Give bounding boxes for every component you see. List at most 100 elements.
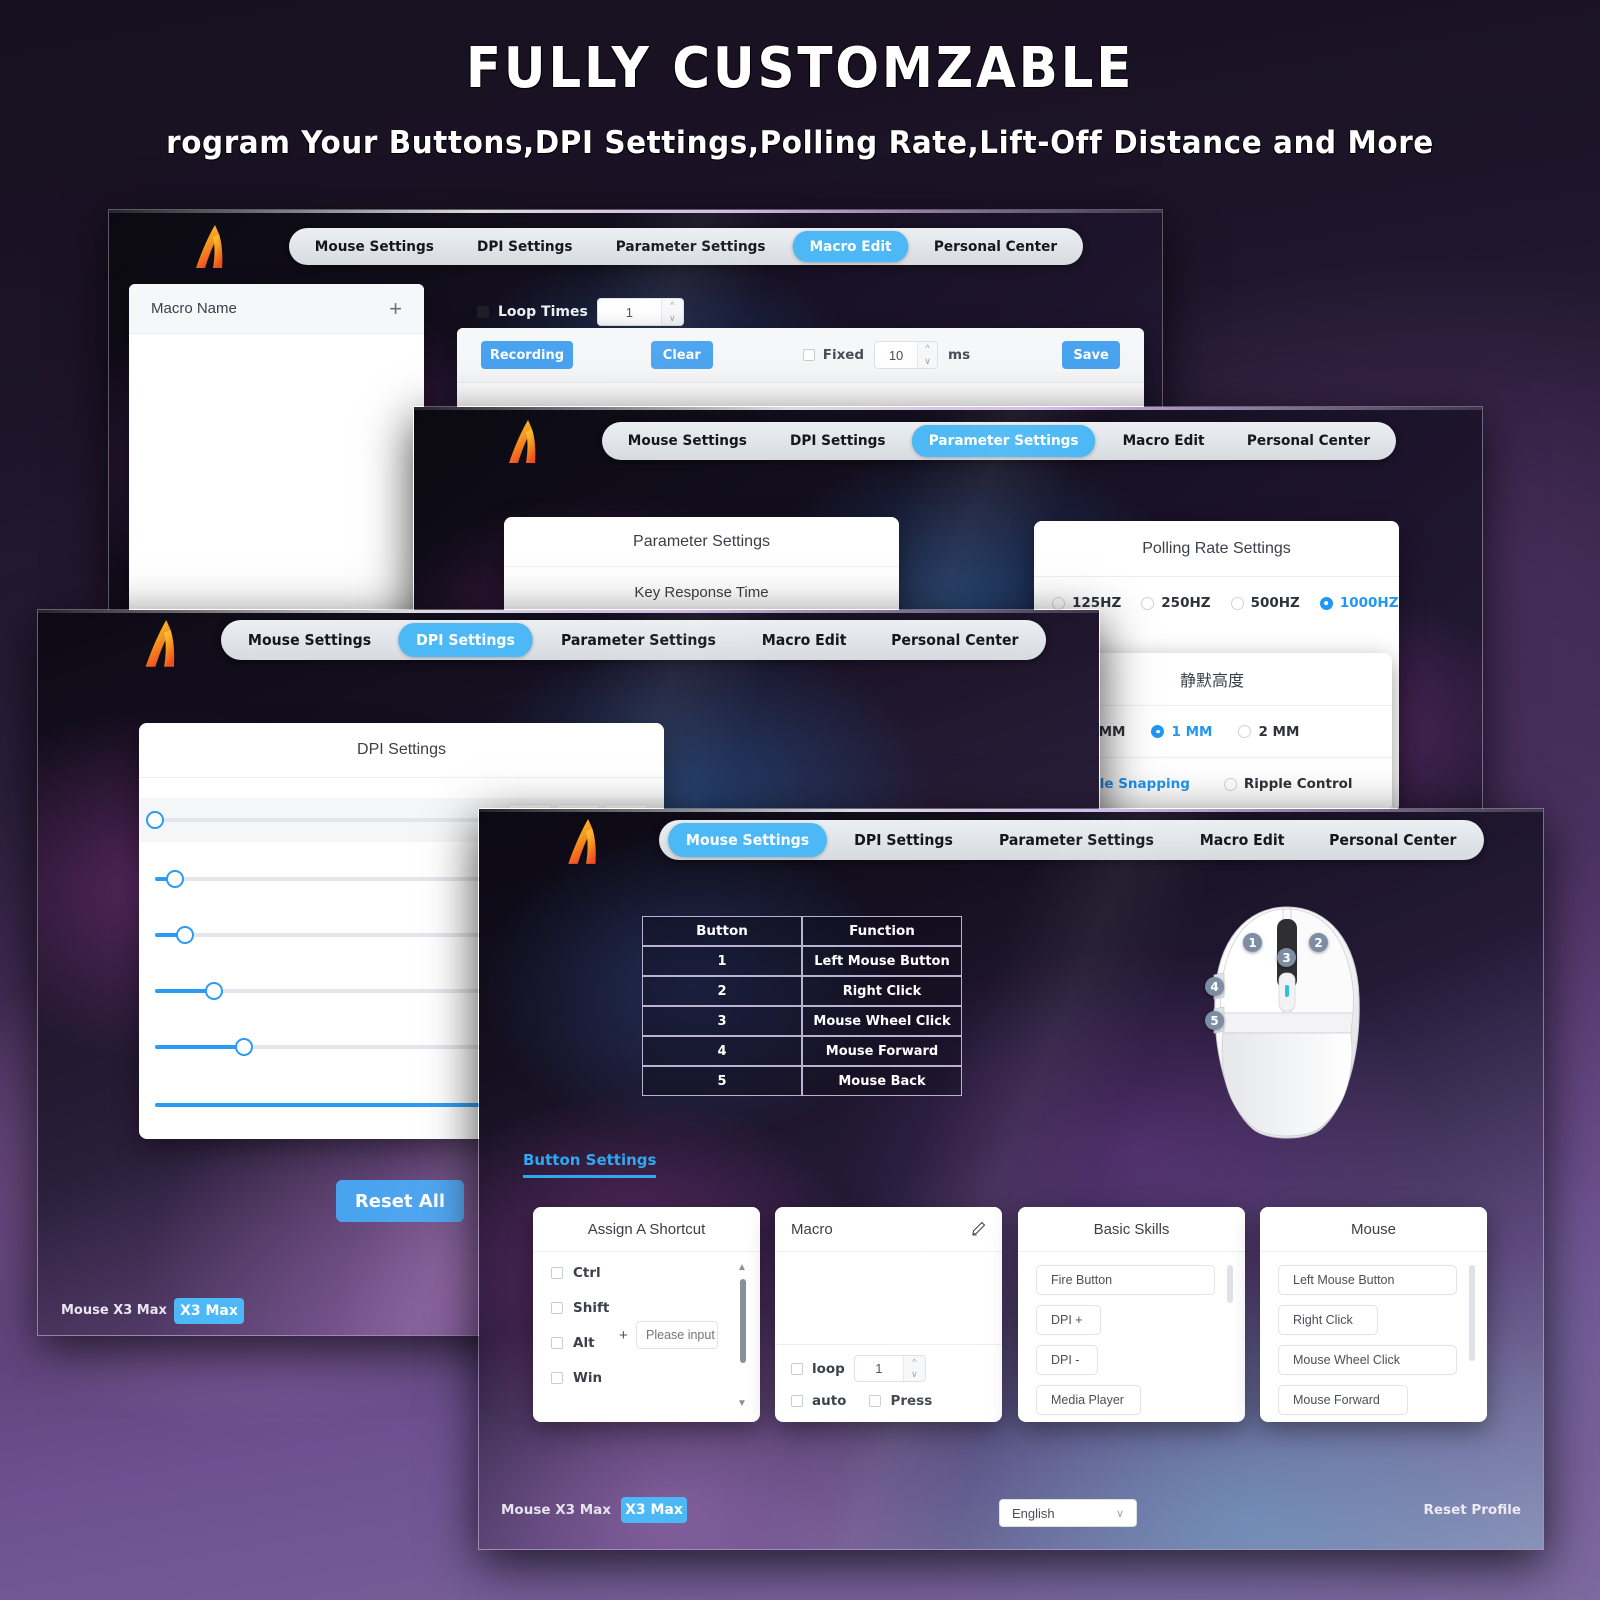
nav-personal-center[interactable]: Personal Center [917, 231, 1074, 262]
recording-button[interactable]: Recording [481, 341, 573, 369]
loop-checkbox[interactable] [791, 1362, 803, 1375]
mouse-function-left-click[interactable]: Left Mouse Button [1278, 1265, 1457, 1295]
loop-times-row[interactable]: Loop Times 1 ^ ∨ [477, 298, 684, 326]
shortcut-input[interactable] [636, 1321, 718, 1349]
radio-dot[interactable] [1141, 596, 1155, 610]
nav-parameter-settings[interactable]: Parameter Settings [599, 231, 783, 262]
checkbox[interactable] [551, 1267, 563, 1279]
basic-skill-media-player[interactable]: Media Player [1036, 1385, 1141, 1415]
stepper-down-icon[interactable]: ∨ [904, 1369, 925, 1382]
nav-dpi-settings[interactable]: DPI Settings [836, 823, 970, 857]
mouse-function-forward[interactable]: Mouse Forward [1278, 1385, 1408, 1415]
radio-dot-selected[interactable] [1319, 596, 1333, 610]
window-mouse-settings[interactable]: Mouse Settings DPI Settings Parameter Se… [478, 808, 1544, 1550]
nav-mouse-settings[interactable]: Mouse Settings [668, 823, 827, 857]
main-nav[interactable]: Mouse Settings DPI Settings Parameter Se… [221, 620, 1046, 660]
reset-profile-link[interactable]: Reset Profile [1423, 1502, 1521, 1518]
nav-dpi-settings[interactable]: DPI Settings [398, 623, 533, 657]
nav-dpi-settings[interactable]: DPI Settings [773, 425, 902, 457]
clear-button[interactable]: Clear [650, 341, 713, 369]
nav-parameter-settings[interactable]: Parameter Settings [543, 623, 734, 657]
mouse-functions-list[interactable]: Left Mouse Button Right Click Mouse Whee… [1278, 1265, 1457, 1415]
scrollbar-thumb[interactable] [740, 1279, 746, 1363]
nav-macro-edit[interactable]: Macro Edit [744, 623, 864, 657]
polling-option-1000hz[interactable]: 1000HZ [1319, 595, 1399, 611]
language-select[interactable]: English ∨ [999, 1499, 1137, 1527]
table-row[interactable]: 1 Left Mouse Button [642, 946, 962, 976]
radio-dot[interactable] [1230, 596, 1244, 610]
modifier-alt[interactable]: Alt [551, 1335, 609, 1351]
loop-stepper-arrows[interactable]: ^ ∨ [902, 1356, 925, 1382]
basic-skill-dpi-down[interactable]: DPI - [1036, 1345, 1098, 1375]
checkbox[interactable] [551, 1302, 563, 1314]
fixed-checkbox[interactable] [802, 349, 815, 361]
pencil-icon[interactable] [971, 1221, 986, 1241]
nav-personal-center[interactable]: Personal Center [873, 623, 1036, 657]
nav-personal-center[interactable]: Personal Center [1311, 823, 1474, 857]
main-nav[interactable]: Mouse Settings DPI Settings Parameter Se… [659, 820, 1484, 860]
macro-auto-row[interactable]: auto Press [791, 1393, 932, 1409]
nav-macro-edit[interactable]: Macro Edit [1105, 425, 1221, 457]
fixed-stepper[interactable]: 10 ^ ∨ [874, 341, 938, 369]
checkbox[interactable] [551, 1372, 563, 1384]
mouse-function-right-click[interactable]: Right Click [1278, 1305, 1378, 1335]
slider-knob[interactable] [175, 926, 194, 944]
radio-dot-selected[interactable] [1151, 725, 1165, 738]
modifier-ctrl[interactable]: Ctrl [551, 1265, 609, 1281]
auto-checkbox[interactable] [791, 1395, 803, 1407]
polling-option-250hz[interactable]: 250HZ [1141, 595, 1211, 611]
device-badge[interactable]: X3 Max [174, 1298, 244, 1324]
nav-mouse-settings[interactable]: Mouse Settings [611, 425, 764, 457]
liftoff-option-1mm[interactable]: 1 MM [1151, 724, 1212, 740]
modifier-win[interactable]: Win [551, 1370, 609, 1386]
option-ripple-control[interactable]: Ripple Control [1223, 776, 1353, 792]
table-row[interactable]: 4 Mouse Forward [642, 1036, 962, 1066]
reset-all-button[interactable]: Reset All [336, 1180, 464, 1222]
main-nav[interactable]: Mouse Settings DPI Settings Parameter Se… [602, 422, 1396, 460]
loop-stepper[interactable]: 1 ^ ∨ [853, 1355, 926, 1382]
tab-button-settings[interactable]: Button Settings [523, 1151, 657, 1178]
nav-parameter-settings[interactable]: Parameter Settings [981, 823, 1172, 857]
scroll-up-icon[interactable]: ▲ [737, 1262, 747, 1273]
basic-skill-dpi-up[interactable]: DPI + [1036, 1305, 1101, 1335]
mouse-functions-scrollbar[interactable] [1469, 1265, 1475, 1361]
nav-mouse-settings[interactable]: Mouse Settings [230, 623, 389, 657]
nav-parameter-settings[interactable]: Parameter Settings [912, 425, 1096, 457]
stepper-up-icon[interactable]: ^ [662, 299, 683, 312]
chevron-down-icon[interactable]: ∨ [1116, 1507, 1124, 1520]
basic-skills-list[interactable]: Fire Button DPI + DPI - Media Player [1036, 1265, 1215, 1415]
liftoff-option-2mm[interactable]: 2 MM [1238, 724, 1299, 740]
slider-knob[interactable] [146, 811, 164, 829]
loop-times-checkbox[interactable] [477, 306, 489, 318]
polling-option-500hz[interactable]: 500HZ [1230, 595, 1300, 611]
add-macro-icon[interactable]: + [389, 296, 402, 322]
shortcut-scrollbar[interactable]: ▲ ▼ [737, 1262, 748, 1409]
table-row[interactable]: 2 Right Click [642, 976, 962, 1006]
radio-dot[interactable] [1238, 725, 1252, 738]
slider-knob[interactable] [205, 982, 224, 1000]
nav-dpi-settings[interactable]: DPI Settings [460, 231, 589, 262]
nav-personal-center[interactable]: Personal Center [1230, 425, 1387, 457]
modifier-shift[interactable]: Shift [551, 1300, 609, 1316]
footer-device-badge[interactable]: X3 Max [621, 1497, 687, 1523]
press-checkbox[interactable] [869, 1395, 882, 1407]
radio-dot[interactable] [1052, 596, 1065, 610]
main-nav[interactable]: Mouse Settings DPI Settings Parameter Se… [289, 228, 1083, 265]
macro-loop-row[interactable]: loop 1 ^ ∨ [791, 1355, 926, 1382]
modifier-list[interactable]: Ctrl Shift Alt Win [551, 1265, 609, 1386]
table-row[interactable]: 3 Mouse Wheel Click [642, 1006, 962, 1036]
basic-skills-scrollbar[interactable] [1227, 1265, 1233, 1303]
slider-knob[interactable] [165, 870, 184, 888]
loop-times-arrows[interactable]: ^ ∨ [660, 299, 683, 325]
nav-mouse-settings[interactable]: Mouse Settings [298, 231, 451, 262]
stepper-up-icon[interactable]: ^ [904, 1356, 925, 1369]
fixed-down-icon[interactable]: ∨ [918, 355, 937, 368]
fixed-stepper-arrows[interactable]: ^ ∨ [917, 342, 937, 368]
nav-macro-edit[interactable]: Macro Edit [1182, 823, 1302, 857]
radio-dot[interactable] [1223, 777, 1237, 791]
save-button[interactable]: Save [1062, 341, 1120, 369]
table-row[interactable]: 5 Mouse Back [642, 1066, 962, 1096]
basic-skill-fire-button[interactable]: Fire Button [1036, 1265, 1215, 1295]
nav-macro-edit[interactable]: Macro Edit [792, 231, 909, 262]
stepper-down-icon[interactable]: ∨ [662, 312, 683, 325]
